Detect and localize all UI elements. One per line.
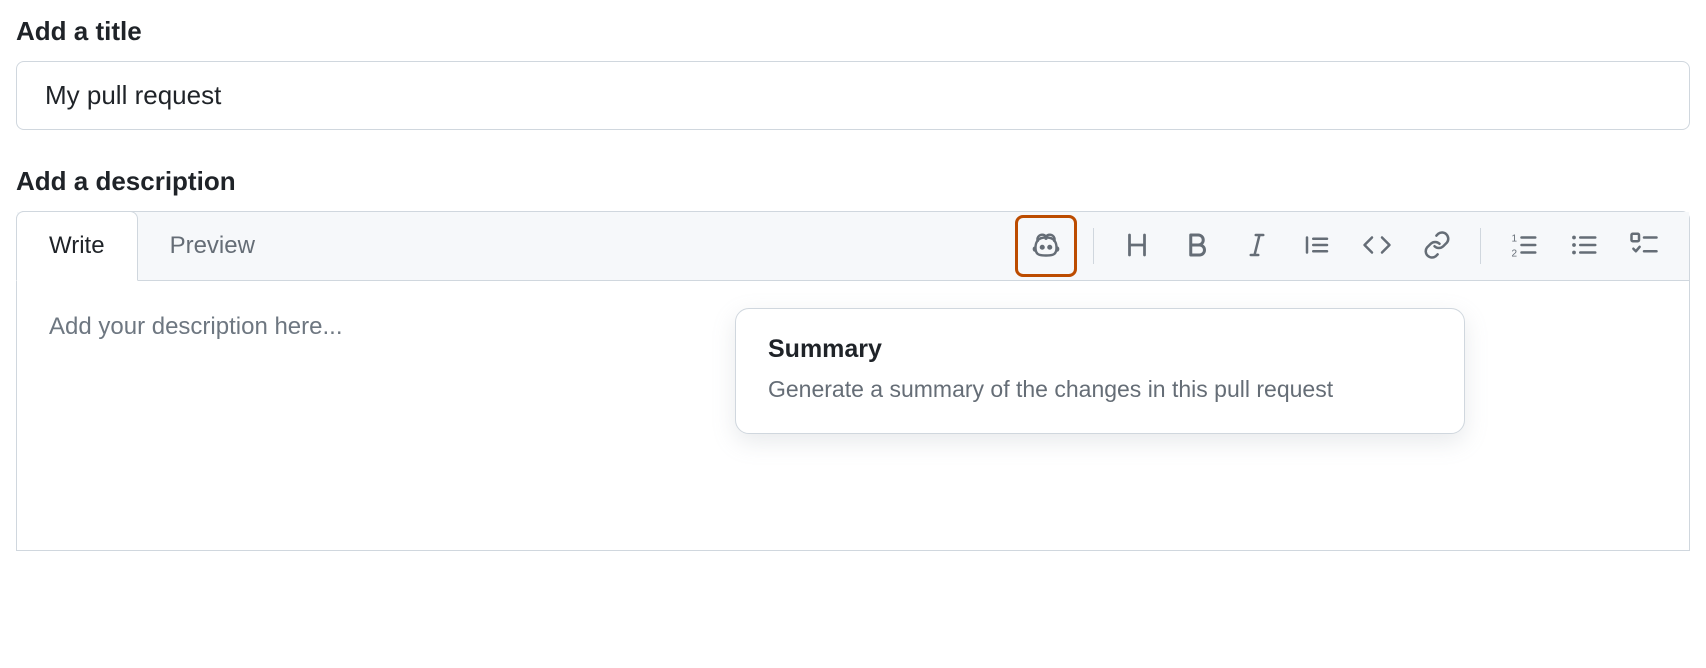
numbered-list-button[interactable]: 1 2 bbox=[1497, 219, 1551, 273]
italic-button[interactable] bbox=[1230, 219, 1284, 273]
description-label: Add a description bbox=[16, 166, 1690, 197]
bullet-list-button[interactable] bbox=[1557, 219, 1611, 273]
title-input[interactable] bbox=[16, 61, 1690, 130]
link-button[interactable] bbox=[1410, 219, 1464, 273]
heading-icon bbox=[1122, 230, 1152, 263]
code-button[interactable] bbox=[1350, 219, 1404, 273]
italic-icon bbox=[1242, 230, 1272, 263]
bold-icon bbox=[1182, 230, 1212, 263]
task-list-icon bbox=[1629, 230, 1659, 263]
unordered-list-icon bbox=[1569, 230, 1599, 263]
copilot-button[interactable] bbox=[1015, 215, 1077, 277]
heading-button[interactable] bbox=[1110, 219, 1164, 273]
svg-text:2: 2 bbox=[1512, 248, 1518, 259]
editor-header: Write Preview bbox=[17, 212, 1689, 281]
copilot-icon bbox=[1028, 227, 1064, 266]
svg-text:1: 1 bbox=[1512, 233, 1518, 244]
copilot-popover[interactable]: Summary Generate a summary of the change… bbox=[735, 308, 1465, 434]
code-icon bbox=[1362, 230, 1392, 263]
formatting-toolbar: 1 2 bbox=[1015, 212, 1689, 280]
toolbar-divider bbox=[1480, 228, 1481, 264]
description-editor: Write Preview bbox=[16, 211, 1690, 551]
bold-button[interactable] bbox=[1170, 219, 1224, 273]
ordered-list-icon: 1 2 bbox=[1509, 230, 1539, 263]
quote-icon bbox=[1302, 230, 1332, 263]
quote-button[interactable] bbox=[1290, 219, 1344, 273]
link-icon bbox=[1422, 230, 1452, 263]
tab-preview[interactable]: Preview bbox=[138, 212, 287, 280]
popover-title: Summary bbox=[768, 335, 1432, 364]
toolbar-divider bbox=[1093, 228, 1094, 264]
tab-write[interactable]: Write bbox=[16, 211, 138, 281]
title-label: Add a title bbox=[16, 16, 1690, 47]
popover-description: Generate a summary of the changes in thi… bbox=[768, 372, 1432, 407]
task-list-button[interactable] bbox=[1617, 219, 1671, 273]
